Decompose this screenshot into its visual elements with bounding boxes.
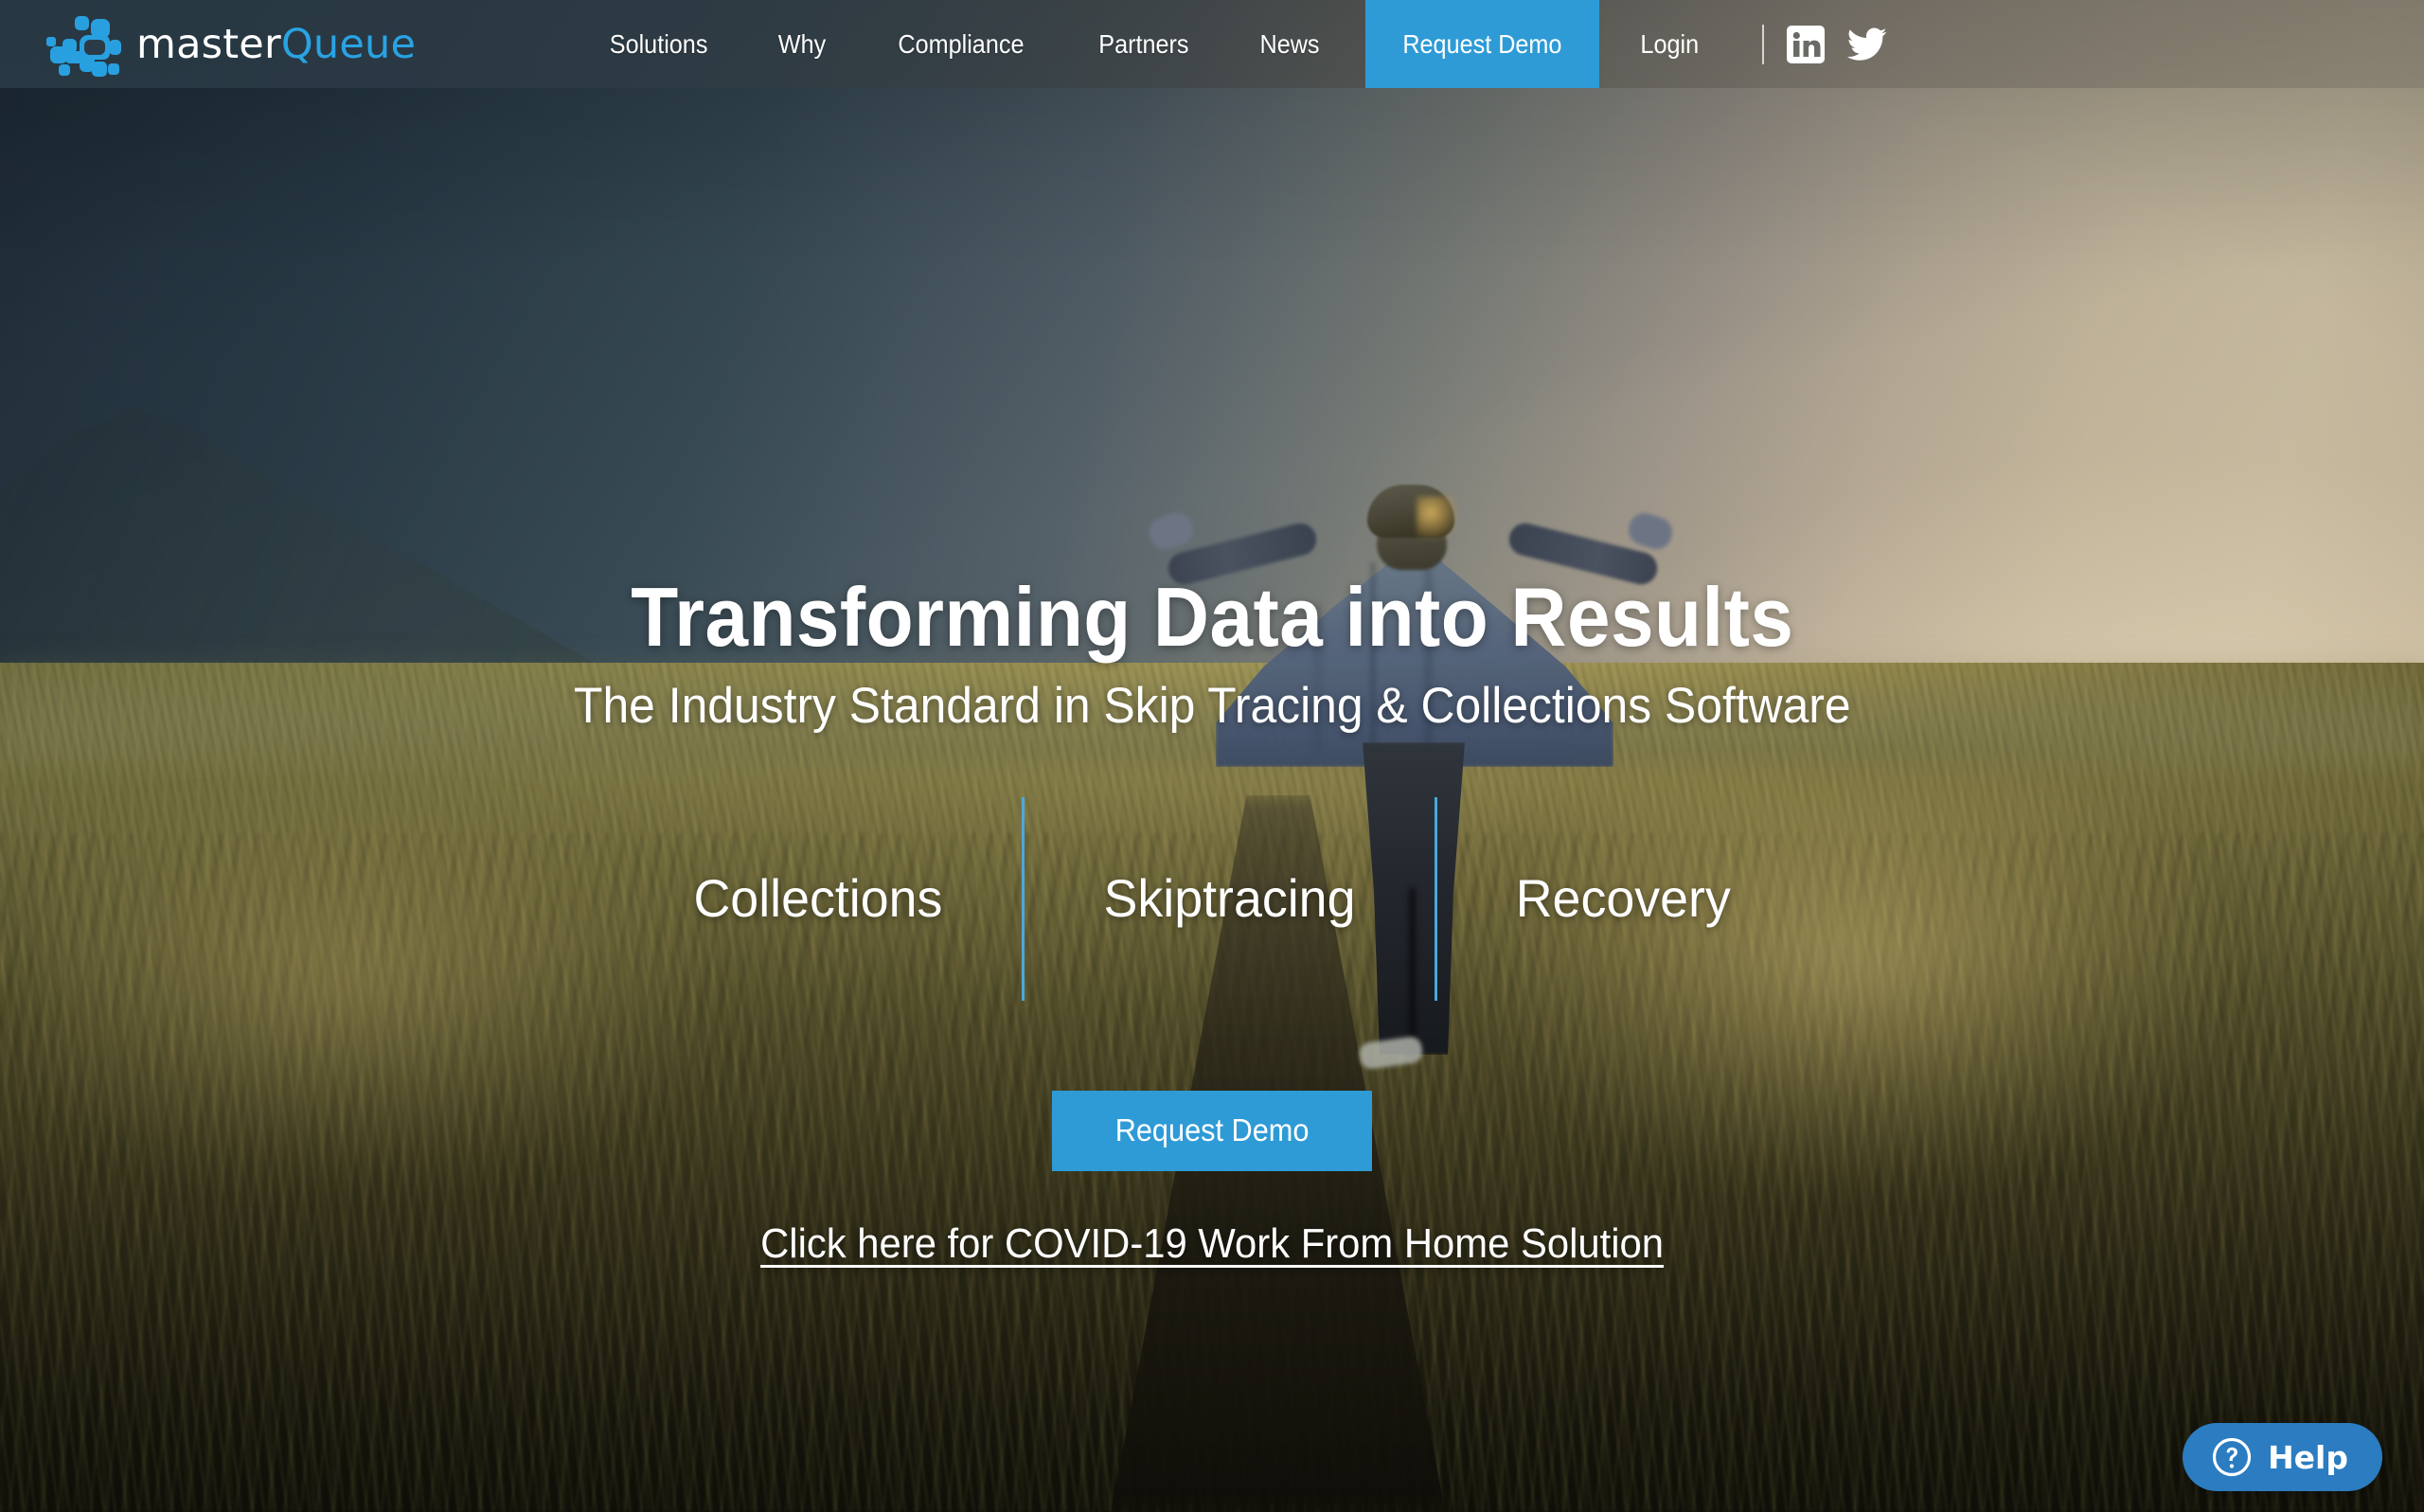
figure-hat-sunlight	[1417, 496, 1458, 538]
site-header: masterQueue Solutions Why Compliance Par…	[0, 0, 2424, 88]
category-divider	[1435, 796, 1438, 1001]
help-widget-button[interactable]: Help	[2183, 1423, 2382, 1491]
help-widget-label: Help	[2268, 1438, 2348, 1476]
logo-word-master: master	[136, 20, 281, 68]
hero-category-skiptracing[interactable]: Skiptracing	[1033, 872, 1427, 925]
main-navigation: Solutions Why Compliance Partners News R…	[573, 0, 1739, 88]
logo-wordmark: masterQueue	[136, 21, 416, 68]
nav-item-why[interactable]: Why	[750, 0, 854, 88]
nav-item-compliance[interactable]: Compliance	[870, 0, 1052, 88]
nav-item-news[interactable]: News	[1232, 0, 1347, 88]
hero-category-recovery[interactable]: Recovery	[1445, 872, 1802, 925]
hero-category-collections[interactable]: Collections	[623, 872, 1014, 925]
sunlit-grass-patch-left	[38, 814, 701, 1174]
social-links	[1787, 25, 1887, 63]
logo-word-queue: Queue	[280, 20, 417, 68]
covid-19-solution-link[interactable]: Click here for COVID-19 Work From Home S…	[760, 1220, 1664, 1268]
nav-item-solutions[interactable]: Solutions	[581, 0, 736, 88]
figure-shoe	[1358, 1035, 1424, 1071]
nav-item-partners[interactable]: Partners	[1071, 0, 1218, 88]
question-circle-icon	[2212, 1437, 2252, 1477]
twitter-link[interactable]	[1847, 27, 1887, 62]
header-request-demo-label: Request Demo	[1402, 29, 1562, 59]
hero-section: masterQueue Solutions Why Compliance Par…	[0, 0, 2424, 1512]
site-logo[interactable]: masterQueue	[42, 0, 416, 88]
hero-request-demo-label: Request Demo	[1114, 1112, 1310, 1148]
header-login-label: Login	[1640, 29, 1699, 59]
network-nodes-logo-icon	[46, 15, 121, 77]
hero-title: Transforming Data into Results	[630, 570, 1794, 664]
header-login-link[interactable]: Login	[1599, 0, 1740, 88]
category-divider	[1022, 796, 1025, 1001]
hero-subtitle: The Industry Standard in Skip Tracing & …	[573, 678, 1851, 734]
header-request-demo-button[interactable]: Request Demo	[1365, 0, 1599, 88]
hero-request-demo-button[interactable]: Request Demo	[1052, 1090, 1372, 1171]
linkedin-icon	[1787, 25, 1826, 63]
twitter-icon	[1847, 27, 1887, 61]
header-divider	[1762, 24, 1765, 64]
hero-category-row: Collections Skiptracing Recovery	[615, 796, 1809, 1001]
linkedin-link[interactable]	[1787, 25, 1826, 63]
